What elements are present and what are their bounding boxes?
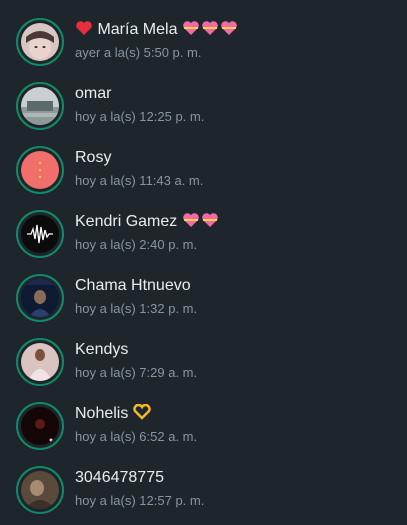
contact-name-text: Nohelis [75, 405, 129, 422]
contact-name: María Mela [75, 20, 238, 42]
status-ring [16, 466, 64, 514]
avatar [21, 151, 59, 189]
contact-name: Kendys [75, 341, 129, 358]
status-ring [16, 338, 64, 386]
status-row-kendys[interactable]: Kendys hoy a la(s) 7:29 a. m. [0, 325, 407, 389]
status-time: hoy a la(s) 1:32 p. m. [75, 301, 198, 316]
heart-hands-emoji [133, 403, 151, 426]
status-ring [16, 82, 64, 130]
status-time: ayer a la(s) 5:50 p. m. [75, 45, 202, 60]
contact-name: Chama Htnuevo [75, 277, 191, 294]
heart-with-ribbon-emoji [182, 212, 220, 234]
avatar [21, 279, 59, 317]
status-row-nohelis[interactable]: Nohelis hoy a la(s) 6:52 a. m. [0, 389, 407, 453]
status-ring [16, 18, 64, 66]
contact-name: 3046478775 [75, 469, 164, 486]
status-time: hoy a la(s) 11:43 a. m. [75, 173, 204, 188]
status-time: hoy a la(s) 6:52 a. m. [75, 429, 198, 444]
status-time: hoy a la(s) 12:25 p. m. [75, 109, 205, 124]
contact-name-text: Kendri Gamez [75, 213, 178, 230]
avatar [21, 343, 59, 381]
status-time: hoy a la(s) 2:40 p. m. [75, 237, 198, 252]
status-time: hoy a la(s) 7:29 a. m. [75, 365, 198, 380]
status-ring [16, 402, 64, 450]
contact-name: Kendri Gamez [75, 212, 220, 234]
contact-name: Nohelis [75, 403, 151, 426]
red-heart-emoji [75, 20, 93, 42]
status-row-chama-htnuevo[interactable]: Chama Htnuevo hoy a la(s) 1:32 p. m. [0, 261, 407, 325]
status-time: hoy a la(s) 12:57 p. m. [75, 493, 205, 508]
heart-with-ribbon-emoji [182, 20, 238, 42]
avatar [21, 471, 59, 509]
status-row-3046478775[interactable]: 3046478775 hoy a la(s) 12:57 p. m. [0, 453, 407, 517]
status-row-maria-mela[interactable]: María Mela ayer a la(s) 5:50 p. m. [0, 5, 407, 69]
status-updates-list: María Mela ayer a la(s) 5:50 p. m. omar … [0, 0, 407, 525]
status-row-omar[interactable]: omar hoy a la(s) 12:25 p. m. [0, 69, 407, 133]
avatar [21, 215, 59, 253]
status-ring [16, 210, 64, 258]
status-ring [16, 274, 64, 322]
status-row-kendri-gamez[interactable]: Kendri Gamez hoy a la(s) 2:40 p. m. [0, 197, 407, 261]
avatar [21, 407, 59, 445]
contact-name: omar [75, 85, 112, 102]
avatar [21, 87, 59, 125]
status-ring [16, 146, 64, 194]
contact-name-text: María Mela [97, 21, 178, 38]
status-row-rosy[interactable]: Rosy hoy a la(s) 11:43 a. m. [0, 133, 407, 197]
contact-name: Rosy [75, 149, 112, 166]
avatar [21, 23, 59, 61]
